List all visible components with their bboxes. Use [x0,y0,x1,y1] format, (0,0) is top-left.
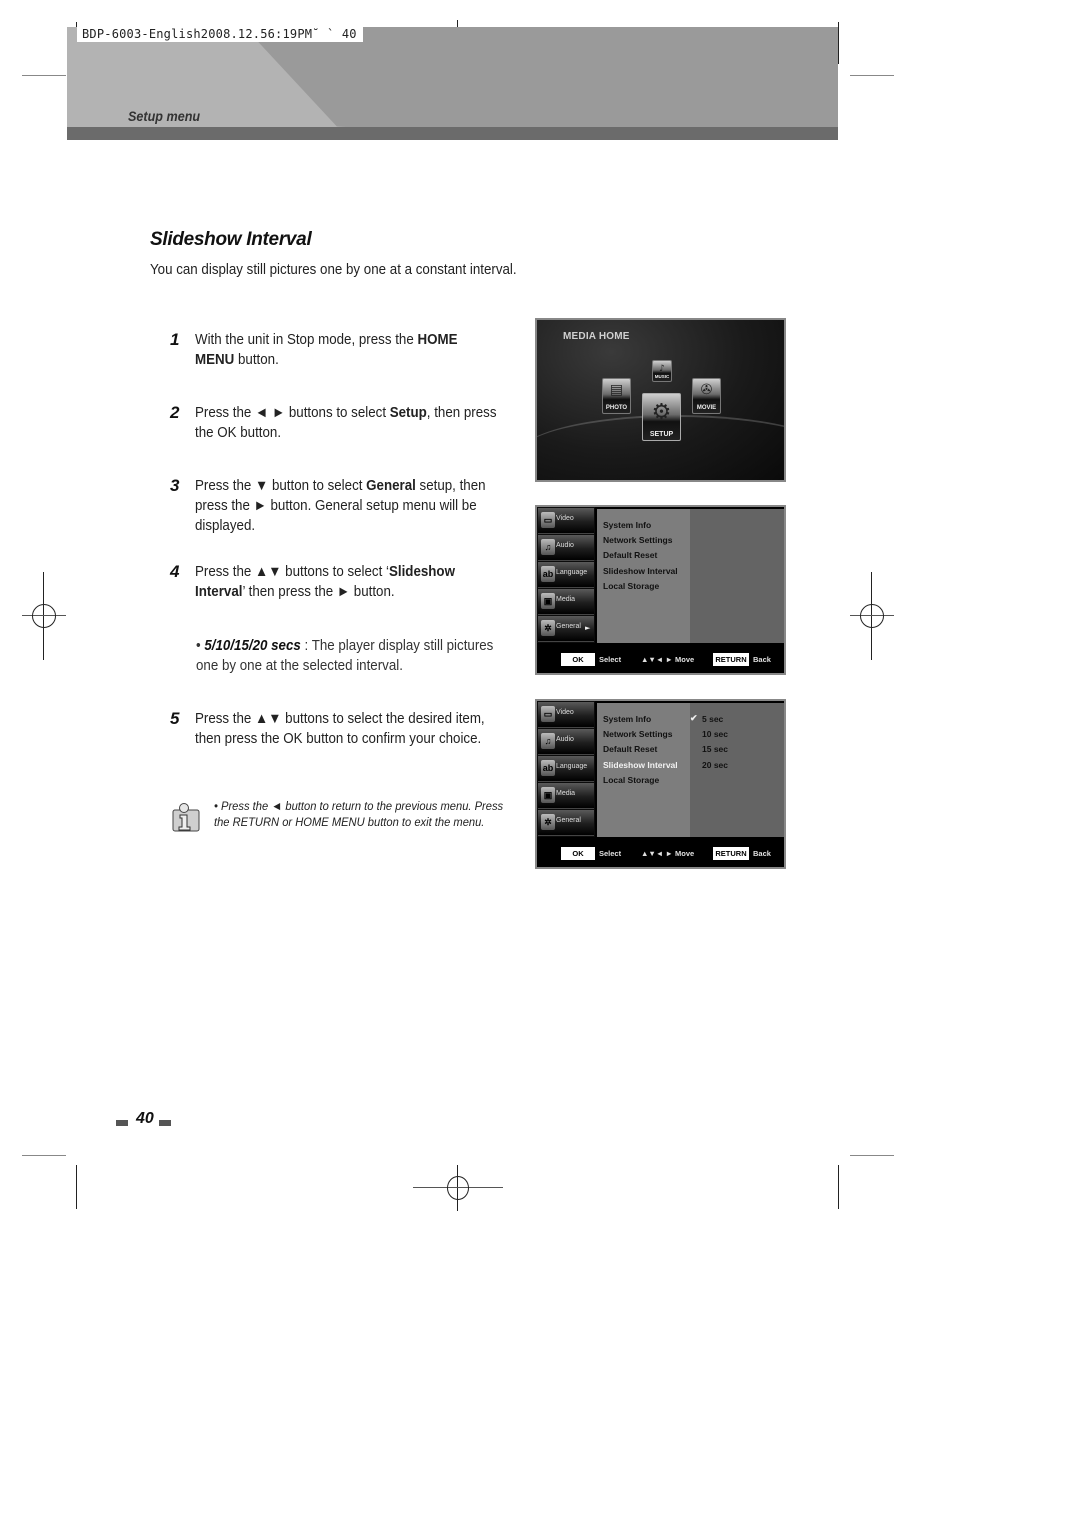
step-text: Press the ▼ button to select General set… [195,478,486,534]
return-key: RETURN [713,847,749,860]
move-label: Move [675,849,695,858]
media-icon: ▣ [541,787,555,803]
move-arrows-icon: ▲▼◄ ► [641,849,673,858]
options-panel: ✔ 5 sec 10 sec 15 sec 20 sec [690,703,784,837]
setup-sidebar: ▭ Video ♫ Audio ab Language ▣ Media ✲ Ge… [537,507,595,643]
crop-mark [838,1165,839,1209]
step-number: 1 [170,330,180,349]
interval-values: 5/10/15/20 secs [204,638,301,654]
option-5-sec[interactable]: ✔ 5 sec [690,713,723,724]
crop-mark [22,1155,66,1156]
menu-item-system-info[interactable]: System Info [603,520,651,530]
header-rule [67,127,838,140]
option-20-sec[interactable]: 20 sec [702,760,728,770]
move-label: Move [675,655,695,664]
general-settings-list: System Info Network Settings Default Res… [597,509,690,643]
movie-icon[interactable]: ✇ MOVIE [692,378,721,414]
key-guide: OK Select ▲▼◄ ► Move RETURN Back [537,837,784,867]
sidebar-item-video[interactable]: ▭ Video [538,508,594,534]
speaker-icon: ♫ [541,539,555,555]
sidebar-item-audio[interactable]: ♫ Audio [538,729,594,755]
media-home-title: MEDIA HOME [563,331,630,342]
key-guide: OK Select ▲▼◄ ► Move RETURN Back [537,643,784,673]
sidebar-item-audio[interactable]: ♫ Audio [538,535,594,561]
sidebar-item-language[interactable]: ab Language [538,562,594,588]
page-title: Slideshow Interval [150,229,312,250]
crop-mark [22,75,66,76]
media-home-screen: MEDIA HOME ♪ MUSIC ▤ PHOTO ✇ MOVIE ⚙ SET… [535,318,786,482]
page-number: 40 [136,1110,154,1127]
option-10-sec[interactable]: 10 sec [702,729,728,739]
folio-bar-right [159,1120,171,1126]
menu-item-slideshow-interval[interactable]: Slideshow Interval [603,566,678,576]
tv-icon: ▭ [541,706,555,722]
crop-mark [838,22,839,64]
sidebar-item-video[interactable]: ▭ Video [538,702,594,728]
crop-mark [76,1165,77,1209]
folio-bar-left [116,1120,128,1126]
note-text: • Press the ◄ button to return to the pr… [214,799,504,829]
check-icon: ✔ [690,713,698,723]
menu-item-default-reset[interactable]: Default Reset [603,744,657,754]
step-number: 3 [170,476,180,495]
sidebar-item-general[interactable]: ✲ General [538,810,594,836]
gear-icon: ✲ [541,620,555,636]
options-panel [690,509,784,643]
language-icon: ab [541,566,555,582]
photo-icon[interactable]: ▤ PHOTO [602,378,631,414]
select-label: Select [599,849,622,858]
sidebar-item-media[interactable]: ▣ Media [538,783,594,809]
menu-item-default-reset[interactable]: Default Reset [603,550,657,560]
music-icon[interactable]: ♪ MUSIC [652,360,672,382]
move-arrows-icon: ▲▼◄ ► [641,655,673,664]
gear-icon: ✲ [541,814,555,830]
gear-icon[interactable]: ⚙ SETUP [642,393,681,441]
return-key: RETURN [713,653,749,666]
registration-mark [848,572,894,660]
intro-text: You can display still pictures one by on… [150,262,517,278]
step-number: 2 [170,403,180,422]
sidebar-item-media[interactable]: ▣ Media [538,589,594,615]
info-icon [172,803,200,832]
registration-mark [413,1165,503,1211]
print-slug: BDP-6003-English2008.12.56:19PM˘ ` 40 [77,27,363,42]
chevron-right-icon: ► [585,624,591,632]
step-number: 5 [170,709,180,728]
menu-item-network-settings[interactable]: Network Settings [603,729,672,739]
language-icon: ab [541,760,555,776]
ok-key: OK [561,847,595,860]
menu-item-slideshow-interval[interactable]: Slideshow Interval [603,760,678,770]
general-settings-list: System Info Network Settings Default Res… [597,703,690,837]
speaker-icon: ♫ [541,733,555,749]
sidebar-item-language[interactable]: ab Language [538,756,594,782]
menu-item-local-storage[interactable]: Local Storage [603,581,659,591]
section-title: Setup menu [128,108,201,124]
interval-options-bullet: • 5/10/15/20 secs : The player display s… [196,638,494,674]
slideshow-interval-screen: ▭ Video ♫ Audio ab Language ▣ Media ✲ Ge… [535,699,786,869]
step-text: With the unit in Stop mode, press the HO… [195,332,458,368]
step-text: Press the ▲▼ buttons to select the desir… [195,711,485,747]
ok-key: OK [561,653,595,666]
back-label: Back [753,655,771,664]
step-text: Press the ▲▼ buttons to select ‘Slidesho… [195,564,455,600]
back-label: Back [753,849,771,858]
menu-item-system-info[interactable]: System Info [603,714,651,724]
sidebar-item-general[interactable]: ✲ General ► [538,616,594,642]
crop-mark [850,75,894,76]
step-text: Press the ◄ ► buttons to select Setup, t… [195,405,497,441]
step-number: 4 [170,562,180,581]
select-label: Select [599,655,622,664]
tv-icon: ▭ [541,512,555,528]
setup-sidebar: ▭ Video ♫ Audio ab Language ▣ Media ✲ Ge… [537,701,595,837]
media-icon: ▣ [541,593,555,609]
menu-item-local-storage[interactable]: Local Storage [603,775,659,785]
crop-mark [850,1155,894,1156]
option-15-sec[interactable]: 15 sec [702,744,728,754]
menu-item-network-settings[interactable]: Network Settings [603,535,672,545]
registration-mark [20,572,66,660]
general-setup-screen: ▭ Video ♫ Audio ab Language ▣ Media ✲ Ge… [535,505,786,675]
